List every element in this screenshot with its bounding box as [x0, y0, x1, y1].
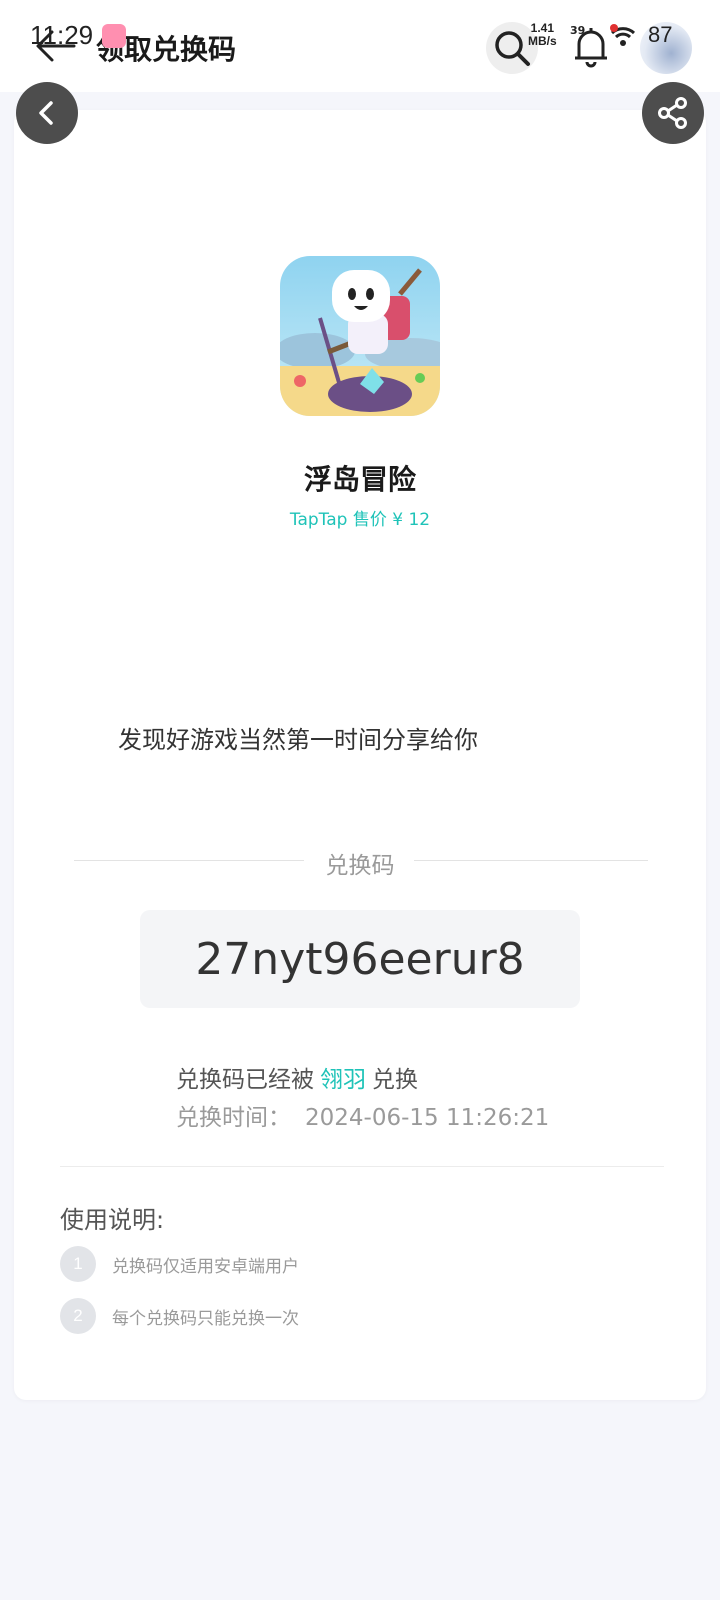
game-icon — [280, 256, 440, 416]
instruction-item: 2 每个兑换码只能兑换一次 — [60, 1298, 299, 1334]
instruction-number: 2 — [60, 1298, 96, 1334]
app-notification-icon — [102, 24, 126, 48]
bell-icon[interactable] — [573, 24, 609, 68]
battery-level: 87 — [648, 22, 673, 47]
redeemer-name[interactable]: 翎羽 — [320, 1067, 366, 1093]
network-speed: 1.41 MB/s — [528, 21, 557, 48]
instructions-title: 使用说明: — [60, 1206, 165, 1234]
redeem-time: 兑换时间： 2024-06-15 11:26:21 — [176, 1105, 550, 1131]
redeem-status: 兑换码已经被 翎羽 兑换 — [176, 1067, 418, 1093]
share-message: 发现好游戏当然第一时间分享给你 — [118, 726, 478, 754]
share-icon — [658, 97, 687, 129]
status-time: 11:29 — [30, 20, 94, 50]
game-price: TapTap 售价 ¥ 12 — [289, 510, 431, 530]
share-button[interactable] — [642, 82, 704, 144]
search-icon — [495, 31, 530, 66]
redeem-code[interactable]: 27nyt96eerur8 — [140, 910, 580, 1008]
card-divider — [60, 1166, 664, 1167]
instruction-item: 1 兑换码仅适用安卓端用户 — [60, 1246, 299, 1282]
code-section-label: 兑换码 — [325, 853, 395, 879]
instruction-number: 1 — [60, 1246, 96, 1282]
back-button[interactable] — [16, 82, 78, 144]
wifi-icon — [610, 24, 636, 48]
chevron-left-icon — [39, 101, 53, 125]
instruction-text: 每个兑换码只能兑换一次 — [112, 1308, 299, 1329]
instruction-text: 兑换码仅适用安卓端用户 — [112, 1256, 299, 1277]
game-name: 浮岛冒险 — [303, 463, 416, 496]
